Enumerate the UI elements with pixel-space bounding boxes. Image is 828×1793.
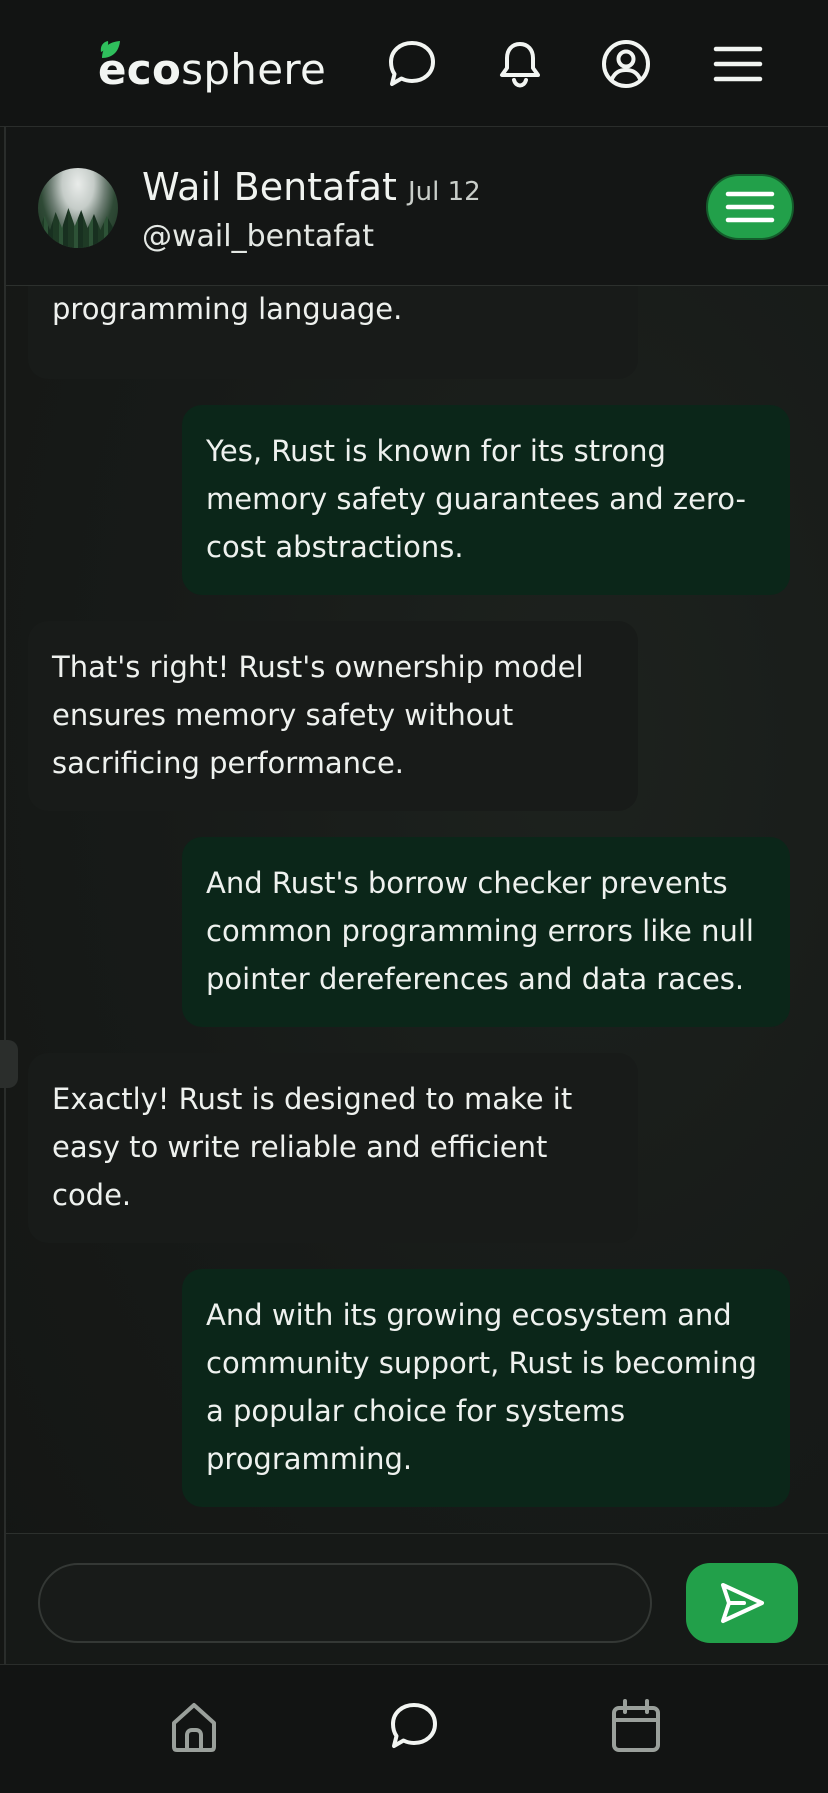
message-incoming: That's right! Rust's ownership model ens…	[28, 621, 638, 811]
avatar[interactable]	[38, 168, 118, 248]
chat-header: Wail Bentafat Jul 12 @wail_bentafat	[6, 127, 828, 286]
conversation-date: Jul 12	[408, 177, 481, 207]
message-list[interactable]: powerful and safe systems programming la…	[6, 127, 828, 1527]
nav-messages[interactable]	[384, 1695, 444, 1757]
logo-text-light: sphere	[181, 45, 327, 94]
top-bar: ecosphere	[0, 0, 828, 127]
contact-handle: @wail_bentafat	[142, 219, 374, 254]
user-circle-icon	[602, 40, 650, 88]
logo-text: ecosphere	[98, 42, 326, 98]
send-button[interactable]	[686, 1563, 798, 1643]
chat-bubble-icon	[389, 41, 435, 86]
bell-icon	[500, 42, 540, 88]
message-outgoing: And with its growing ecosystem and commu…	[182, 1269, 790, 1507]
notifications-button[interactable]	[492, 36, 548, 92]
nav-home[interactable]	[164, 1695, 224, 1757]
message-input[interactable]	[38, 1563, 652, 1643]
calendar-icon	[612, 1699, 660, 1752]
chat-options-button[interactable]	[706, 174, 794, 240]
message-incoming: Exactly! Rust is designed to make it eas…	[28, 1053, 638, 1243]
message-composer	[6, 1533, 828, 1664]
nav-calendar[interactable]	[606, 1695, 666, 1757]
leaf-icon	[100, 41, 120, 58]
bottom-navigation	[0, 1664, 828, 1793]
hamburger-menu-icon	[725, 191, 775, 223]
contact-name[interactable]: Wail Bentafat	[142, 165, 397, 209]
messages-nav-button[interactable]	[384, 36, 440, 92]
message-outgoing: And Rust's borrow checker prevents commo…	[182, 837, 790, 1027]
profile-button[interactable]	[598, 36, 654, 92]
drawer-handle[interactable]	[0, 1040, 18, 1088]
chat-bubble-icon	[391, 1703, 437, 1748]
send-icon	[721, 1583, 764, 1623]
ecosphere-logo[interactable]: ecosphere	[98, 38, 326, 98]
conversation-panel: Wail Bentafat Jul 12 @wail_bentafat powe…	[4, 127, 828, 1664]
home-icon	[172, 1703, 216, 1752]
hamburger-menu-icon	[713, 46, 763, 82]
message-outgoing: Yes, Rust is known for its strong memory…	[182, 405, 790, 595]
main-menu-button[interactable]	[710, 36, 766, 92]
